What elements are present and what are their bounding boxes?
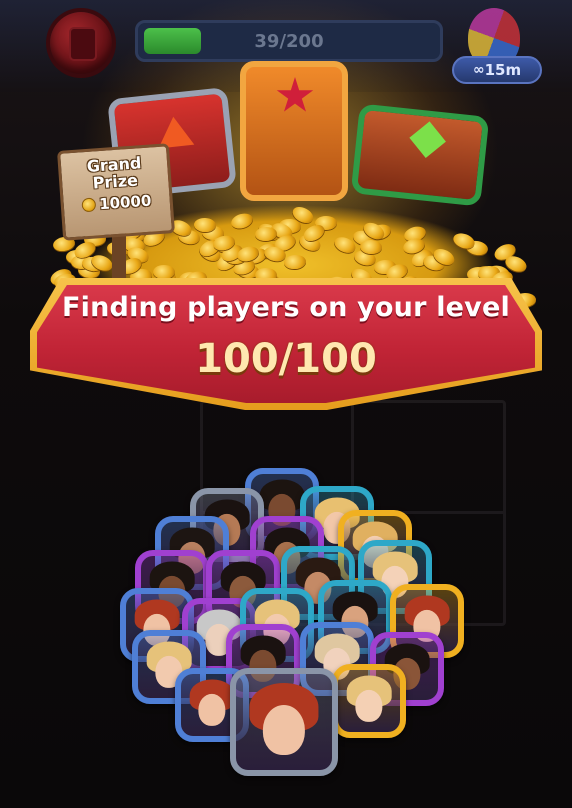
avatar-face bbox=[262, 704, 306, 755]
avatar-face bbox=[198, 693, 226, 727]
player-avatar-cluster bbox=[0, 0, 572, 808]
player-avatar bbox=[230, 668, 338, 776]
avatar-face bbox=[355, 689, 383, 723]
player-avatar bbox=[332, 664, 406, 738]
